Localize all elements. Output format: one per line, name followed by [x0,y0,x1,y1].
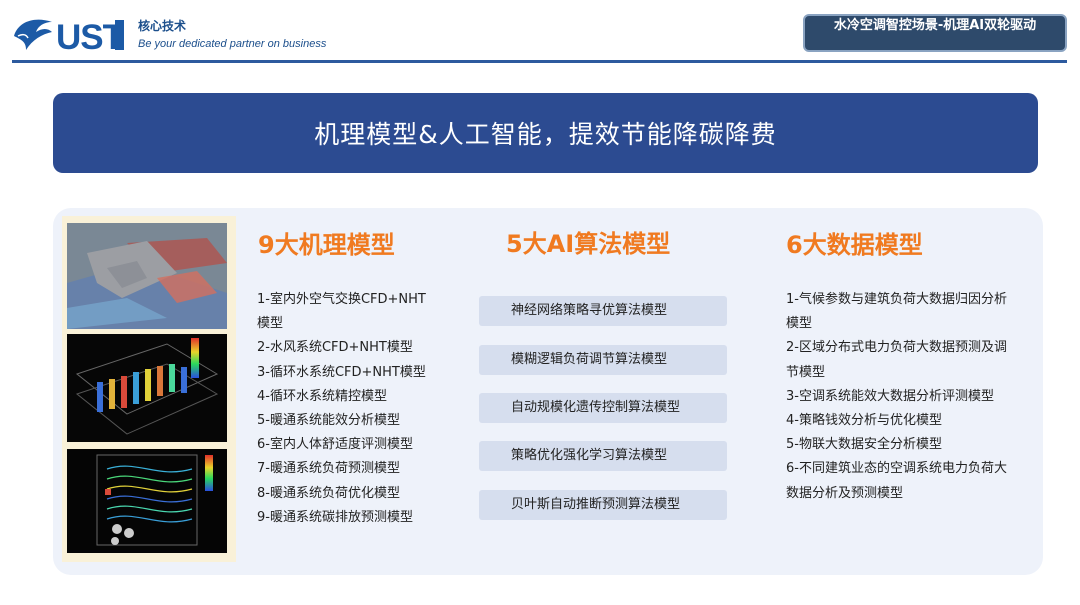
ai-models-title: 5大AI算法模型 [506,230,671,258]
ai-model-item: 策略优化强化学习算法模型 [479,441,727,471]
list-item: 5-暖通系统能效分析模型 [257,413,400,429]
list-item: 6-不同建筑业态的空调系统电力负荷大 [786,461,1007,477]
banner-title: 机理模型&人工智能，提效节能降碳降费 [314,120,777,149]
hvac-system-3d-image [67,334,227,442]
flow-streamline-image [67,449,227,553]
list-item: 2-水风系统CFD+NHT模型 [257,340,413,356]
list-item: 3-空调系统能效大数据分析评测模型 [786,388,994,404]
logo-text: UST [56,18,124,54]
ust-logo: UST [12,12,127,57]
mechanism-models-title: 9大机理模型 [258,231,395,259]
list-item: 4-策略钱效分析与优化模型 [786,413,942,429]
section-badge: 水冷空调智控场景-机理AI双轮驱动 [803,14,1067,52]
list-item: 1-室内外空气交换CFD+NHT [257,292,426,307]
logo-tagline: 核心技术 Be your dedicated partner on busine… [138,18,326,51]
list-item: 9-暖通系统碳排放预测模型 [257,509,413,525]
list-item: 5-物联大数据安全分析模型 [786,437,942,453]
data-models-list: 1-气候参数与建筑负荷大数据归因分析 模型 2-区域分布式电力负荷大数据预测及调… [786,288,1007,506]
list-item: 节模型 [786,364,826,380]
ai-model-item: 模糊逻辑负荷调节算法模型 [479,345,727,375]
list-item: 8-暖通系统负荷优化模型 [257,485,400,501]
header-divider [12,60,1067,63]
mechanism-models-list: 1-室内外空气交换CFD+NHT 模型 2-水风系统CFD+NHT模型 3-循环… [257,288,426,530]
ai-model-item: 贝叶斯自动推断预测算法模型 [479,490,727,520]
cfd-airflow-image [67,223,227,329]
list-item: 2-区域分布式电力负荷大数据预测及调 [786,340,1007,356]
title-banner: 机理模型&人工智能，提效节能降碳降费 [53,93,1038,173]
data-models-title: 6大数据模型 [786,231,923,259]
list-item: 6-室内人体舒适度评测模型 [257,437,413,453]
list-item: 1-气候参数与建筑负荷大数据归因分析 [786,292,1007,307]
list-item: 4-循环水系统精控模型 [257,388,387,404]
ai-model-item: 自动规模化遗传控制算法模型 [479,393,727,423]
list-item: 3-循环水系统CFD+NHT模型 [257,364,426,380]
tagline-en: Be your dedicated partner on business [138,38,327,50]
list-item: 模型 [786,316,813,332]
ai-model-item: 神经网络策略寻优算法模型 [479,296,727,326]
list-item: 7-暖通系统负荷预测模型 [257,461,400,477]
list-item: 数据分析及预测模型 [786,485,904,501]
list-item: 模型 [257,316,284,332]
tagline-cn: 核心技术 [138,19,187,33]
